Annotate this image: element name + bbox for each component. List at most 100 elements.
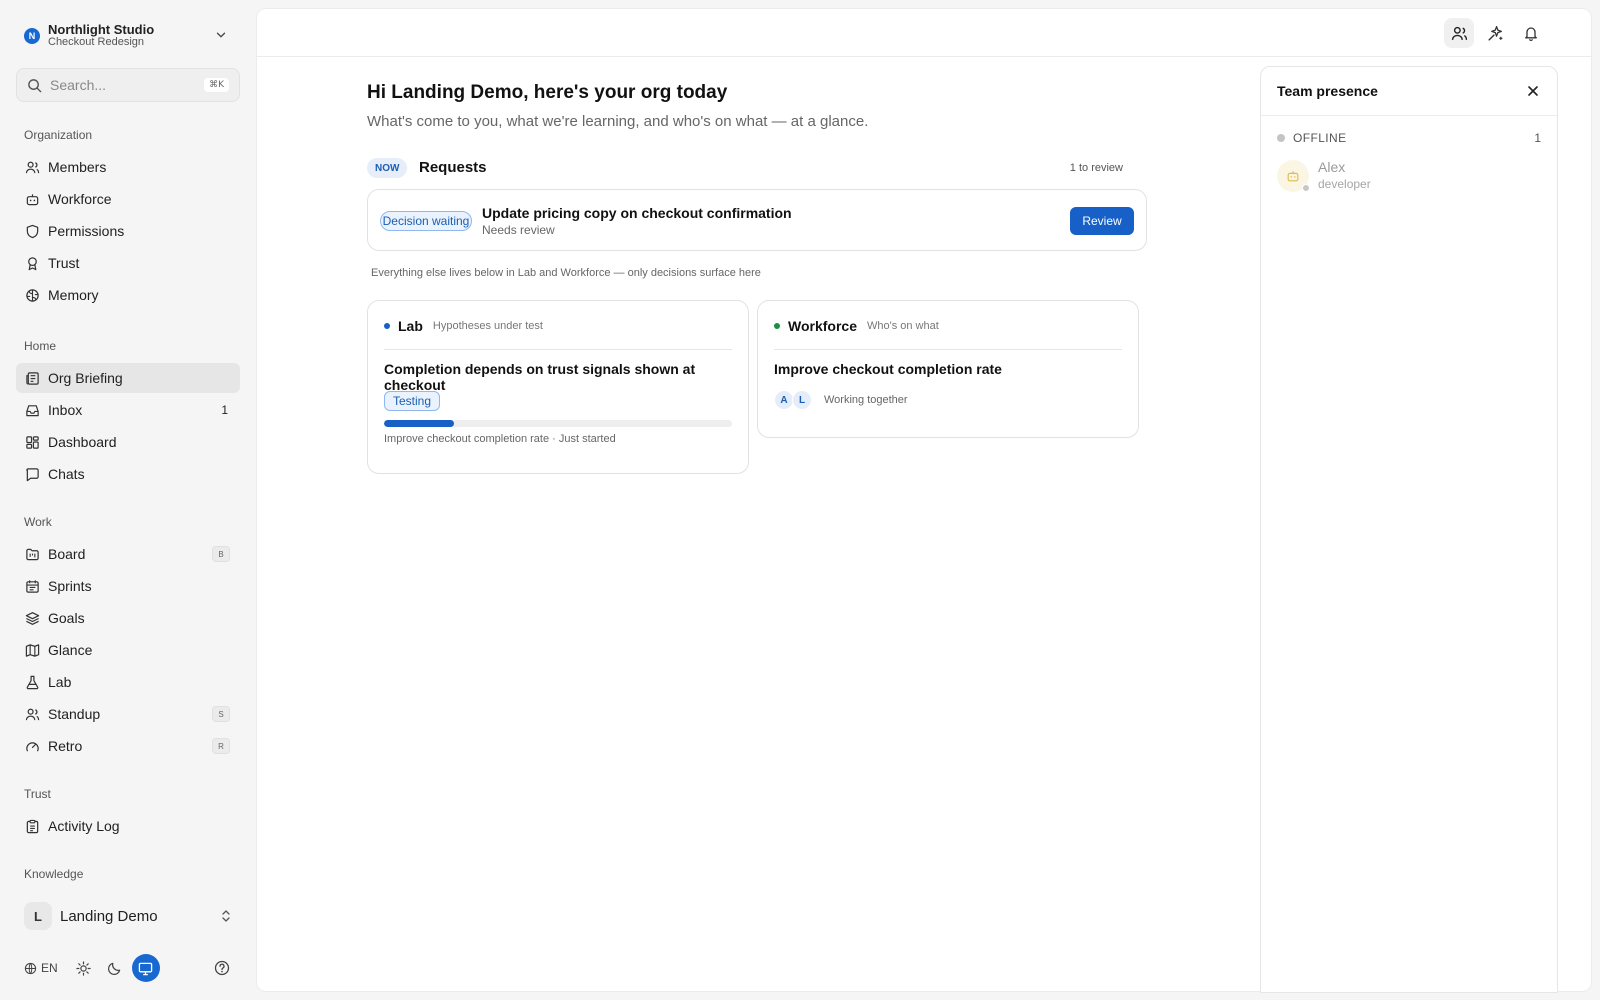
- workforce-dot: [774, 323, 780, 329]
- collaboration-note: Working together: [824, 394, 908, 406]
- workforce-title: Workforce: [788, 318, 857, 334]
- sidebar-item-board[interactable]: Board B: [16, 539, 240, 569]
- users-icon: [24, 706, 40, 722]
- help-icon: [214, 960, 230, 976]
- org-name: Northlight Studio: [48, 22, 155, 37]
- sidebar-item-dashboard[interactable]: Dashboard: [16, 427, 240, 457]
- section-label-knowledge: Knowledge: [24, 867, 84, 881]
- request-card[interactable]: Decision waiting Update pricing copy on …: [367, 189, 1147, 251]
- divider: [774, 349, 1122, 350]
- project-name: Checkout Redesign: [48, 36, 145, 48]
- lab-dot: [384, 323, 390, 329]
- status-count: 1: [1534, 131, 1541, 145]
- user-switcher[interactable]: L Landing Demo: [24, 900, 240, 932]
- sidebar-item-label: Chats: [48, 466, 85, 482]
- users-icon: [1451, 26, 1467, 40]
- section-label-trust: Trust: [24, 787, 51, 801]
- sidebar-item-trust[interactable]: Trust: [16, 248, 240, 278]
- request-title: Update pricing copy on checkout confirma…: [482, 205, 792, 221]
- notifications-button[interactable]: [1516, 18, 1546, 48]
- dashboard-icon: [24, 434, 40, 450]
- hypothesis-meta: Improve checkout completion rate · Just …: [384, 433, 616, 445]
- sidebar-item-label: Members: [48, 159, 107, 175]
- bot-icon: [24, 191, 40, 207]
- sidebar-item-inbox[interactable]: Inbox 1: [16, 395, 240, 425]
- status-dot: [1277, 134, 1285, 142]
- requests-count: 1 to review: [1069, 162, 1123, 174]
- sidebar-item-retro[interactable]: Retro R: [16, 731, 240, 761]
- sidebar-item-lab[interactable]: Lab: [16, 667, 240, 697]
- light-theme-button[interactable]: [70, 954, 98, 982]
- hypothesis-title: Completion depends on trust signals show…: [384, 361, 696, 393]
- newspaper-icon: [24, 370, 40, 386]
- workforce-card[interactable]: Workforce Who's on what Improve checkout…: [757, 300, 1139, 438]
- brain-icon: [24, 287, 40, 303]
- team-presence-button[interactable]: [1444, 18, 1474, 48]
- board-icon: [24, 546, 40, 562]
- award-icon: [24, 255, 40, 271]
- sidebar-item-standup[interactable]: Standup S: [16, 699, 240, 729]
- sidebar-item-label: Retro: [48, 738, 83, 754]
- gauge-icon: [24, 738, 40, 754]
- flask-icon: [24, 674, 40, 690]
- sidebar-item-label: Lab: [48, 674, 72, 690]
- sidebar-item-label: Permissions: [48, 223, 125, 239]
- lab-title: Lab: [398, 318, 423, 334]
- chevron-up-down-icon: [222, 910, 230, 922]
- org-switcher[interactable]: N Northlight Studio Checkout Redesign: [16, 20, 240, 52]
- progress-fill: [384, 420, 454, 427]
- chevron-down-icon: [216, 32, 226, 38]
- panel-title: Team presence: [1277, 83, 1378, 99]
- sidebar-item-memory[interactable]: Memory: [16, 280, 240, 310]
- page-title: Hi Landing Demo, here's your org today: [367, 82, 728, 103]
- language-switcher[interactable]: EN: [24, 961, 58, 975]
- sidebar-item-label: Goals: [48, 610, 85, 626]
- close-icon[interactable]: [1525, 83, 1541, 99]
- search-icon: [28, 78, 42, 92]
- sidebar-item-chats[interactable]: Chats: [16, 459, 240, 489]
- ai-assistant-button[interactable]: [1480, 18, 1510, 48]
- divider: [1261, 115, 1557, 116]
- decision-waiting-chip: Decision waiting: [380, 211, 472, 231]
- review-button[interactable]: Review: [1070, 207, 1134, 235]
- search-input[interactable]: Search... ⌘K: [16, 68, 240, 102]
- sidebar-item-members[interactable]: Members: [16, 152, 240, 182]
- hypothesis-progress: [384, 420, 732, 427]
- member-row[interactable]: Alex developer: [1277, 159, 1371, 193]
- chat-icon: [24, 466, 40, 482]
- org-logo: N: [24, 28, 40, 44]
- sidebar-item-glance[interactable]: Glance: [16, 635, 240, 665]
- system-theme-button[interactable]: [131, 954, 160, 982]
- sidebar-item-goals[interactable]: Goals: [16, 603, 240, 633]
- status-badge: Testing: [384, 391, 441, 411]
- sidebar-item-org-briefing[interactable]: Org Briefing: [16, 363, 240, 393]
- map-icon: [24, 642, 40, 658]
- sidebar-item-workforce[interactable]: Workforce: [16, 184, 240, 214]
- sidebar-item-sprints[interactable]: Sprints: [16, 571, 240, 601]
- sidebar-item-permissions[interactable]: Permissions: [16, 216, 240, 246]
- sparkles-icon: [1487, 25, 1502, 41]
- search-placeholder: Search...: [50, 77, 107, 93]
- dark-theme-button[interactable]: [101, 954, 129, 982]
- sidebar-item-label: Memory: [48, 287, 99, 303]
- user-name: Landing Demo: [60, 907, 158, 925]
- divider: [384, 349, 732, 350]
- calendar-icon: [24, 578, 40, 594]
- status-label: OFFLINE: [1293, 131, 1347, 145]
- inbox-count: 1: [221, 403, 228, 417]
- section-label-organization: Organization: [24, 128, 93, 142]
- shortcut-key: R: [212, 738, 230, 754]
- sidebar-item-activity-log[interactable]: Activity Log: [16, 811, 240, 841]
- inbox-icon: [24, 402, 40, 418]
- shortcut-key: S: [212, 706, 230, 722]
- search-shortcut: ⌘K: [204, 78, 229, 92]
- sidebar-item-label: Sprints: [48, 578, 92, 594]
- lab-card[interactable]: Lab Hypotheses under test Completion dep…: [367, 300, 749, 474]
- sidebar-item-label: Inbox: [48, 402, 83, 418]
- status-group-offline: OFFLINE 1: [1277, 131, 1541, 145]
- section-label-home: Home: [24, 339, 57, 353]
- help-button[interactable]: [208, 954, 236, 982]
- lab-subtitle: Hypotheses under test: [432, 320, 543, 332]
- footer-controls: EN: [24, 954, 236, 982]
- sidebar-item-label: Dashboard: [48, 434, 117, 450]
